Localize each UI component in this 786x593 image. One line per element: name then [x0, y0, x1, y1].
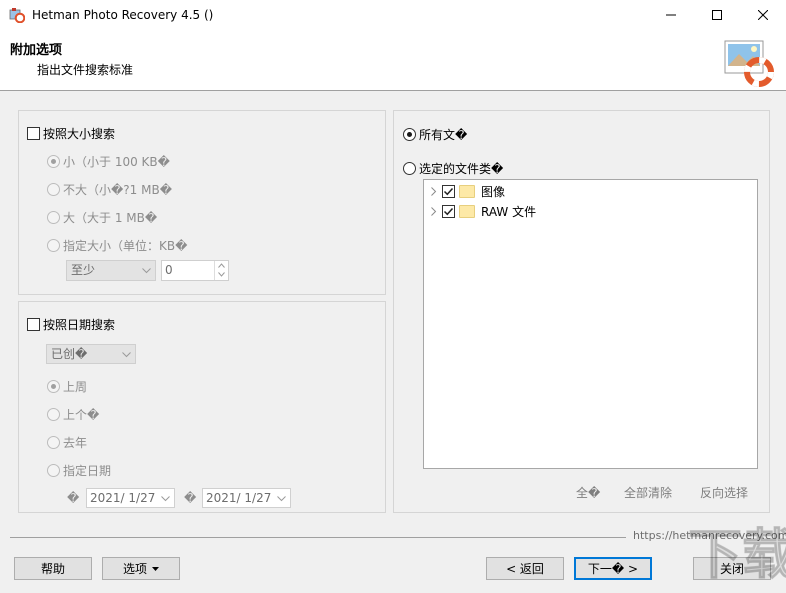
size-search-checkbox[interactable]: 按照大小搜索	[27, 125, 115, 142]
size-radio-large[interactable]	[47, 211, 60, 224]
checkmark-icon	[443, 207, 454, 215]
chevron-down-icon	[161, 496, 170, 502]
spin-up-icon[interactable]	[218, 263, 225, 268]
size-search-check[interactable]	[27, 127, 40, 140]
selected-types-radio[interactable]: 选定的文件类�	[403, 160, 503, 177]
wizard-header: 附加选项 指出文件搜索标准	[0, 30, 786, 91]
chevron-down-icon	[142, 268, 151, 274]
chevron-right-icon[interactable]	[430, 206, 438, 216]
date-to-picker[interactable]: 2021/ 1/27	[202, 488, 291, 508]
tree-item-images[interactable]: 图像	[430, 182, 505, 200]
date-search-checkbox[interactable]: 按照日期搜索	[27, 316, 115, 333]
date-from-picker[interactable]: 2021/ 1/27	[86, 488, 175, 508]
title-bar: Hetman Photo Recovery 4.5 ()	[0, 0, 786, 31]
options-button[interactable]: 选项	[102, 557, 180, 580]
date-option-last-year[interactable]: 去年	[47, 434, 87, 451]
all-files-radio[interactable]: 所有文�	[403, 126, 467, 143]
size-option-custom[interactable]: 指定大小（单位：KB�	[47, 237, 187, 254]
lifebuoy-photo-icon	[724, 40, 774, 87]
maximize-button[interactable]	[694, 0, 740, 30]
size-value-spinner[interactable]	[214, 261, 229, 280]
maximize-icon	[712, 10, 722, 20]
date-radio-last-week[interactable]	[47, 380, 60, 393]
tree-check-images[interactable]	[442, 184, 455, 198]
date-to-prefix: �	[184, 491, 197, 505]
select-all-link[interactable]: 全�	[576, 484, 600, 501]
size-option-large[interactable]: 大（大于 1 MB�	[47, 209, 157, 226]
size-radio-small[interactable]	[47, 155, 60, 168]
date-radio-custom[interactable]	[47, 464, 60, 477]
size-radio-medium[interactable]	[47, 183, 60, 196]
spin-down-icon[interactable]	[218, 272, 225, 277]
folder-icon	[459, 184, 475, 198]
file-type-tree[interactable]: 图像 RAW 文件	[423, 179, 758, 469]
all-files-radio-dot[interactable]	[403, 128, 416, 141]
size-option-medium[interactable]: 不大（小�?1 MB�	[47, 181, 172, 198]
clear-all-link[interactable]: 全部清除	[624, 484, 672, 501]
selected-types-radio-dot[interactable]	[403, 162, 416, 175]
checkmark-icon	[443, 187, 454, 195]
window-title: Hetman Photo Recovery 4.5 ()	[32, 8, 214, 22]
close-icon	[758, 10, 768, 20]
next-button[interactable]: 下一� >	[574, 557, 652, 580]
date-option-last-month[interactable]: 上个�	[47, 406, 99, 423]
tree-check-raw[interactable]	[442, 204, 455, 218]
folder-icon	[459, 204, 475, 218]
download-site-watermark: 下载吧	[688, 523, 786, 586]
minimize-button[interactable]	[648, 0, 694, 30]
app-logo-icon	[9, 8, 25, 23]
minimize-icon	[666, 14, 676, 16]
page-title: 附加选项	[10, 43, 63, 58]
date-type-combo[interactable]: 已创�	[46, 344, 136, 364]
date-radio-last-year[interactable]	[47, 436, 60, 449]
date-option-last-week[interactable]: 上周	[47, 378, 87, 395]
help-button[interactable]: 帮助	[14, 557, 92, 580]
tree-item-raw[interactable]: RAW 文件	[430, 202, 536, 220]
size-radio-custom[interactable]	[47, 239, 60, 252]
chevron-right-icon[interactable]	[430, 186, 438, 196]
caret-down-icon	[152, 566, 159, 571]
invert-selection-link[interactable]: 反向选择	[700, 484, 748, 501]
footer-separator	[10, 537, 626, 538]
close-window-button[interactable]	[740, 0, 786, 30]
size-option-small[interactable]: 小（小于 100 KB�	[47, 153, 170, 170]
size-min-combo[interactable]: 至少	[66, 260, 156, 281]
chevron-down-icon	[277, 496, 286, 502]
page-subtitle: 指出文件搜索标准	[37, 63, 134, 77]
date-radio-last-month[interactable]	[47, 408, 60, 421]
date-from-prefix: �	[67, 491, 80, 505]
date-search-check[interactable]	[27, 318, 40, 331]
date-option-custom[interactable]: 指定日期	[47, 462, 111, 479]
back-button[interactable]: < 返回	[486, 557, 564, 580]
chevron-down-icon	[122, 352, 131, 358]
